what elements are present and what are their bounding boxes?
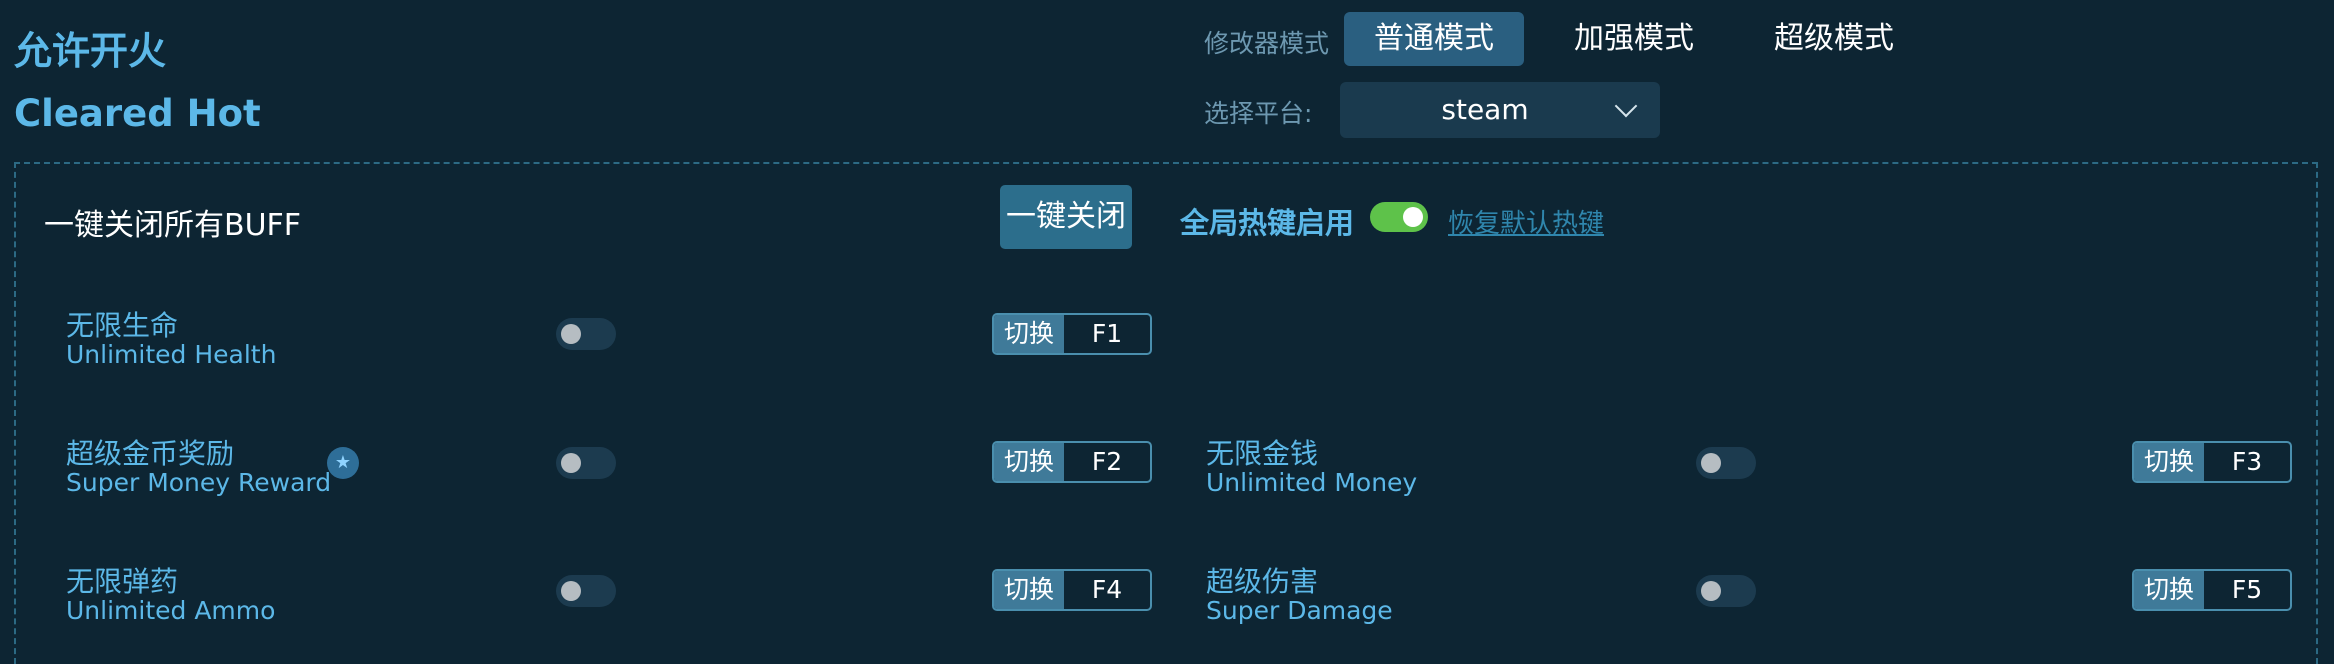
hotkey-tag: 切换 bbox=[994, 443, 1064, 481]
hotkey-value: F3 bbox=[2231, 447, 2263, 476]
platform-label: 选择平台: bbox=[1204, 99, 1313, 128]
hotkey-value: F2 bbox=[1091, 447, 1123, 476]
feature-name-cn: 超级伤害 bbox=[1206, 565, 1319, 598]
hotkey-super-damage[interactable]: 切换 F5 bbox=[2132, 569, 2292, 611]
feature-name-en: Unlimited Money bbox=[1206, 468, 1418, 497]
feature-name-cn: 无限生命 bbox=[66, 309, 179, 342]
hotkey-tag: 切换 bbox=[2134, 571, 2204, 609]
hotkey-super-money-reward[interactable]: 切换 F2 bbox=[992, 441, 1152, 483]
mode-enhanced-button[interactable]: 加强模式 bbox=[1544, 12, 1724, 66]
hotkey-unlimited-money[interactable]: 切换 F3 bbox=[2132, 441, 2292, 483]
hotkey-value: F4 bbox=[1091, 575, 1123, 604]
feature-name-cn: 无限金钱 bbox=[1206, 437, 1319, 470]
disable-all-button[interactable]: 一键关闭 bbox=[1000, 185, 1132, 249]
disable-all-buff-label: 一键关闭所有BUFF bbox=[44, 208, 302, 243]
feature-panel bbox=[14, 162, 2318, 664]
feature-name-cn: 无限弹药 bbox=[66, 565, 179, 598]
mode-label: 修改器模式 bbox=[1204, 29, 1330, 58]
mode-normal-button[interactable]: 普通模式 bbox=[1344, 12, 1524, 66]
app-title-cn: 允许开火 bbox=[14, 29, 167, 73]
hotkey-unlimited-ammo[interactable]: 切换 F4 bbox=[992, 569, 1152, 611]
hotkey-tag: 切换 bbox=[2134, 443, 2204, 481]
hotkey-value: F5 bbox=[2231, 575, 2263, 604]
feature-toggle-unlimited-health[interactable] bbox=[556, 318, 616, 350]
restore-default-hotkeys-link[interactable]: 恢复默认热键 bbox=[1448, 203, 1604, 240]
feature-toggle-unlimited-ammo[interactable] bbox=[556, 575, 616, 607]
app-title-en: Cleared Hot bbox=[14, 92, 261, 135]
feature-name-cn: 超级金币奖励 bbox=[66, 437, 235, 470]
feature-name-en: Unlimited Ammo bbox=[66, 596, 276, 625]
hotkey-value: F1 bbox=[1091, 319, 1123, 348]
platform-select[interactable]: steam bbox=[1340, 82, 1660, 138]
hotkey-tag: 切换 bbox=[994, 315, 1064, 353]
platform-value: steam bbox=[1441, 93, 1529, 126]
feature-name-en: Super Damage bbox=[1206, 596, 1393, 625]
global-hotkey-toggle[interactable] bbox=[1370, 202, 1428, 232]
star-icon: ★ bbox=[327, 447, 359, 479]
feature-name-en: Super Money Reward bbox=[66, 468, 332, 497]
feature-toggle-super-money-reward[interactable] bbox=[556, 447, 616, 479]
feature-toggle-super-damage[interactable] bbox=[1696, 575, 1756, 607]
hotkey-unlimited-health[interactable]: 切换 F1 bbox=[992, 313, 1152, 355]
feature-toggle-unlimited-money[interactable] bbox=[1696, 447, 1756, 479]
mode-super-button[interactable]: 超级模式 bbox=[1744, 12, 1924, 66]
hotkey-tag: 切换 bbox=[994, 571, 1064, 609]
feature-name-en: Unlimited Health bbox=[66, 340, 277, 369]
global-hotkey-label: 全局热键启用 bbox=[1180, 206, 1355, 240]
